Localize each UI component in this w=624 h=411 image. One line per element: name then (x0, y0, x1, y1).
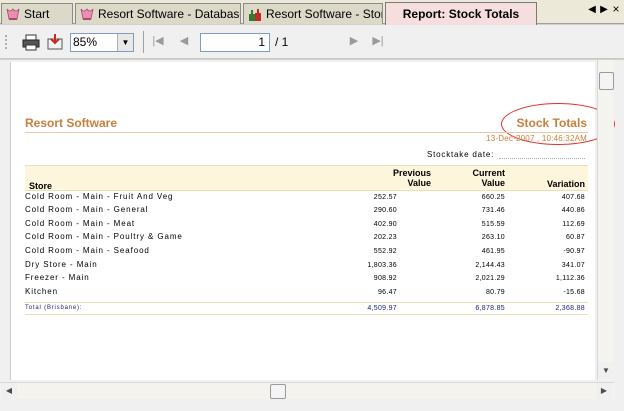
table-row: Cold Room - Main - Seafood 552.92 461.95… (25, 246, 585, 255)
chevron-down-icon[interactable]: ▼ (117, 34, 133, 51)
horizontal-scrollbar[interactable]: ◀ ▶ (0, 382, 614, 399)
title-divider (25, 132, 588, 133)
tab-strip: Start Resort Software - Database Resort … (0, 0, 624, 25)
last-page-icon[interactable]: ▶| (371, 34, 385, 47)
stores-bottle-icon (249, 8, 261, 21)
vertical-scroll-thumb[interactable] (599, 72, 614, 90)
tab-start[interactable]: Start (1, 3, 73, 24)
stocktake-date-field (499, 158, 585, 159)
export-icon[interactable] (46, 33, 64, 51)
first-page-icon[interactable]: |◀ (151, 34, 165, 47)
column-header-store: Store (29, 181, 53, 191)
resort-logo-icon (6, 7, 20, 20)
totals-row: Total (Brisbane): 4,509.97 6,878.85 2,36… (25, 302, 588, 315)
column-header-current: Current Value (472, 168, 505, 188)
table-row: Cold Room - Main - Fruit And Veg 252.57 … (25, 192, 585, 201)
table-row: Cold Room - Main - General 290.60 731.46… (25, 205, 585, 214)
close-icon[interactable]: × (609, 2, 623, 16)
column-header-variation: Variation (546, 179, 585, 189)
tab-report-stock-totals[interactable]: Report: Stock Totals (385, 2, 537, 25)
previous-page-icon[interactable]: ◀ (177, 34, 191, 47)
report-viewer: Resort Software Stock Totals 13-Dec-2007… (0, 60, 624, 411)
stocktake-date-label: Stocktake date: (427, 150, 495, 159)
zoom-select[interactable]: 85% ▼ (70, 33, 134, 52)
toolbar-separator (143, 31, 144, 53)
company-name: Resort Software (25, 116, 118, 130)
scroll-right-icon[interactable]: ▶ (596, 383, 612, 399)
scroll-down-icon[interactable]: ▼ (598, 363, 614, 379)
table-row: Kitchen 96.47 80.79 -15.68 (25, 287, 585, 296)
print-icon[interactable] (22, 33, 40, 51)
toolbar-grip-icon (5, 35, 7, 49)
page-total: / 1 (275, 35, 289, 49)
horizontal-scroll-thumb[interactable] (270, 384, 286, 399)
scroll-left-icon[interactable]: ◀ (1, 383, 17, 399)
report-page: Resort Software Stock Totals 13-Dec-2007… (10, 62, 615, 380)
tab-database[interactable]: Resort Software - Database (75, 3, 241, 24)
column-header-previous: Previous Value (392, 168, 431, 188)
report-datetime: 13-Dec-2007 , 10:46:32AM (486, 134, 587, 143)
next-page-icon[interactable]: ▶ (347, 34, 361, 47)
resort-logo-icon (80, 7, 94, 20)
page-number-input[interactable]: 1 (200, 33, 270, 52)
vertical-scrollbar[interactable]: ▲ ▼ (597, 60, 614, 380)
table-row: Freezer - Main 908.92 2,021.29 1,112.36 (25, 273, 585, 282)
table-row: Cold Room - Main - Meat 402.90 515.59 11… (25, 219, 585, 228)
report-toolbar: 85% ▼ |◀ ◀ 1 / 1 ▶ ▶| (0, 25, 624, 59)
table-row: Cold Room - Main - Poultry & Game 202.23… (25, 232, 585, 241)
table-row: Dry Store - Main 1,803.36 2,144.43 341.0… (25, 260, 585, 269)
table-header: Store Previous Value Current Value Varia… (25, 165, 588, 191)
tab-stores[interactable]: Resort Software - Stores (243, 3, 383, 24)
